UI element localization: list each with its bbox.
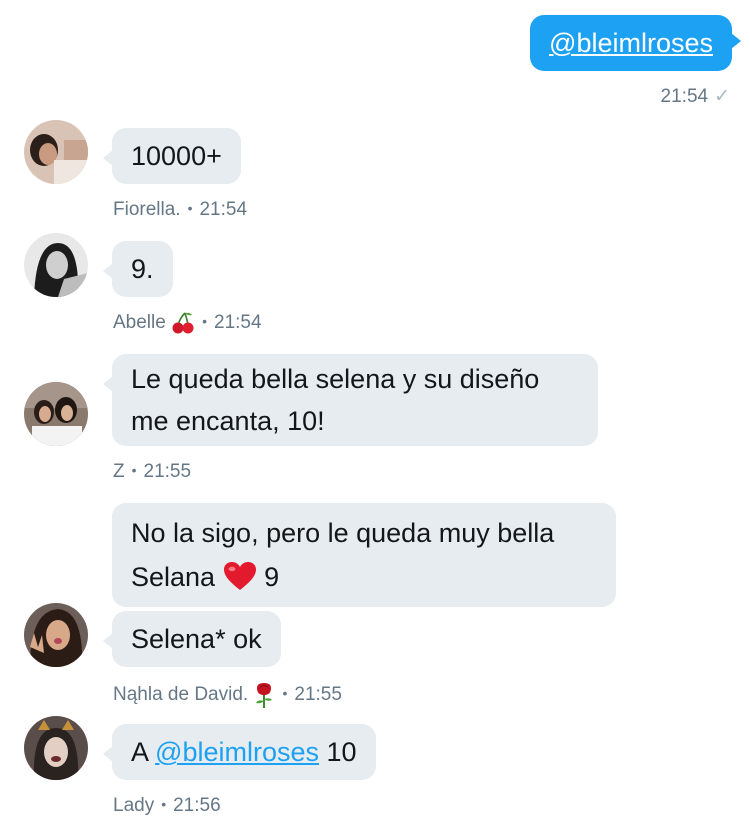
message-text: 10 xyxy=(326,737,357,767)
mention-link[interactable]: @bleimlroses xyxy=(155,737,319,767)
timestamp: 21:54 xyxy=(660,86,709,107)
message-bubble[interactable]: Selena* ok xyxy=(103,611,281,667)
author-name[interactable]: Nąhla de David. xyxy=(113,684,248,705)
timestamp: 21:55 xyxy=(143,461,192,482)
message-text-line: me encanta, 10! xyxy=(131,406,325,436)
message-text: Selena* ok xyxy=(131,624,262,654)
message-text: 10000+ xyxy=(131,141,222,171)
message-bubble[interactable]: A @bleimlroses 10 xyxy=(103,724,376,780)
message-text: Selana xyxy=(131,562,216,592)
avatar[interactable] xyxy=(24,233,88,297)
message-text-line: Le queda bella selena y su diseño xyxy=(131,364,540,394)
red-heart-icon xyxy=(223,562,256,590)
message-bubble[interactable]: 10000+ xyxy=(103,128,241,184)
message-text-line: No la sigo, pero le queda muy bella xyxy=(131,518,555,548)
message-text: A xyxy=(131,737,148,767)
message-meta: Fiorella. • 21:54 xyxy=(113,199,247,221)
message-meta: Lady • 21:56 xyxy=(113,795,221,817)
message-meta: Nąhla de David. • 21:55 xyxy=(113,682,342,708)
timestamp: 21:54 xyxy=(199,199,248,220)
timestamp: 21:54 xyxy=(214,312,262,334)
outgoing-message-bubble[interactable]: @bleimlroses xyxy=(530,15,741,71)
author-name[interactable]: Fiorella. xyxy=(113,199,181,220)
message-meta: Abelle • 21:54 xyxy=(113,312,262,334)
message-bubble[interactable]: 9. xyxy=(103,241,173,297)
avatar[interactable] xyxy=(24,120,88,184)
cherries-icon xyxy=(172,312,194,334)
author-name[interactable]: Lady xyxy=(113,795,154,816)
separator-dot: • xyxy=(282,685,288,702)
separator-dot: • xyxy=(187,200,193,216)
message-bubble[interactable]: No la sigo, pero le queda muy bella Sela… xyxy=(112,503,616,607)
separator-dot: • xyxy=(202,313,208,330)
outgoing-message-meta: 21:54 ✓ xyxy=(661,85,730,108)
avatar[interactable] xyxy=(24,603,88,667)
message-text-line: Selana 9 xyxy=(131,555,597,599)
mention-link[interactable]: @bleimlroses xyxy=(549,28,713,58)
separator-dot: • xyxy=(161,796,167,812)
message-bubble[interactable]: Le queda bella selena y su diseño me enc… xyxy=(103,354,598,446)
sent-check-icon: ✓ xyxy=(714,86,730,107)
avatar[interactable] xyxy=(24,716,88,780)
author-name[interactable]: Abelle xyxy=(113,312,166,333)
timestamp: 21:56 xyxy=(173,795,221,816)
avatar[interactable] xyxy=(24,382,88,446)
separator-dot: • xyxy=(131,462,137,478)
author-name[interactable]: Z xyxy=(113,461,125,482)
message-meta: Z • 21:55 xyxy=(113,461,191,483)
rose-icon xyxy=(256,683,273,708)
message-text: 9 xyxy=(264,562,280,592)
timestamp: 21:55 xyxy=(294,684,342,706)
message-text: 9. xyxy=(131,254,154,284)
